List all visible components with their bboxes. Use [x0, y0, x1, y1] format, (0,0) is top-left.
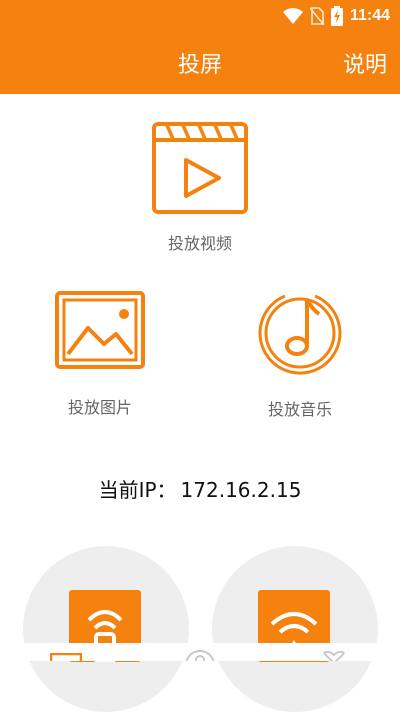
wifi-icon [282, 8, 303, 24]
ip-display: 当前IP： 172.16.2.15 [0, 474, 400, 503]
image-landscape-icon [55, 291, 145, 369]
cast-video-label: 投放视频 [167, 234, 232, 253]
page-title: 投屏 [177, 53, 222, 78]
status-icons: 11:44 [282, 5, 390, 27]
tab-favorite-icon[interactable] [320, 651, 348, 661]
cast-video-button[interactable]: 投放视频 [130, 120, 270, 254]
tab-home-icon[interactable] [50, 653, 82, 661]
help-button[interactable]: 说明 [343, 47, 387, 79]
remote-cast-button[interactable] [23, 546, 189, 712]
ip-label: 当前IP： [98, 478, 177, 502]
battery-charging-icon [330, 6, 343, 26]
no-sim-icon [309, 7, 324, 25]
wifi-cast-button[interactable] [212, 546, 378, 712]
video-clapper-play-icon [152, 122, 248, 214]
cast-music-button[interactable]: 投放音乐 [230, 288, 370, 420]
cast-music-label: 投放音乐 [267, 400, 332, 419]
bottom-nav [0, 643, 400, 661]
tab-profile-icon[interactable] [184, 649, 216, 661]
status-bar: 11:44 [0, 0, 400, 32]
ip-value: 172.16.2.15 [180, 478, 302, 502]
status-time: 11:44 [349, 7, 390, 24]
music-note-icon [258, 294, 342, 375]
cast-image-label: 投放图片 [67, 398, 132, 417]
app-bar: 投屏 说明 [0, 32, 400, 94]
cast-image-button[interactable]: 投放图片 [30, 290, 170, 418]
